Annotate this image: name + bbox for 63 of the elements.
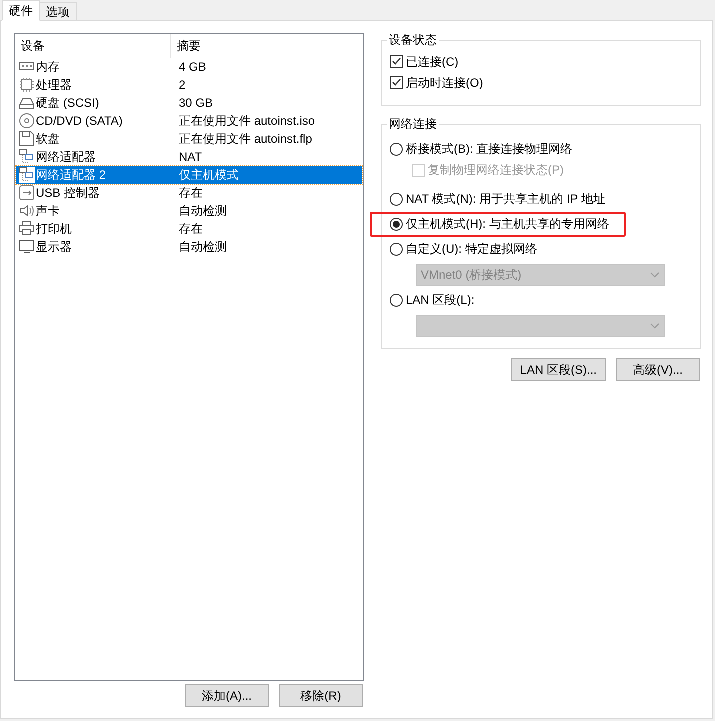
- caret-icon: [650, 272, 660, 278]
- device-name: 硬盘 (SCSI): [36, 95, 100, 112]
- device-summary: 正在使用文件 autoinst.iso: [178, 113, 316, 130]
- device-row[interactable]: 网络适配器 2 仅主机模式: [16, 166, 362, 184]
- device-name: 内存: [36, 59, 60, 76]
- device-row[interactable]: 处理器 2: [16, 76, 362, 94]
- device-summary: 仅主机模式: [178, 167, 239, 184]
- floppy-icon: [19, 131, 35, 147]
- disc-icon: [19, 113, 35, 129]
- monitor-icon: [19, 239, 35, 255]
- device-name: 显示器: [36, 239, 72, 256]
- device-summary: 4 GB: [178, 59, 206, 76]
- radio-label: 自定义(U): 特定虚拟网络: [406, 241, 538, 258]
- device-name: 处理器: [36, 77, 72, 94]
- radio-label: LAN 区段(L):: [406, 292, 475, 309]
- button[interactable]: LAN 区段(S)...: [511, 358, 606, 381]
- column-header[interactable]: 摘要: [171, 34, 363, 58]
- device-summary: 自动检测: [178, 239, 227, 256]
- network-icon: [19, 167, 35, 183]
- tab[interactable]: 选项: [39, 2, 77, 21]
- usb-icon: [19, 185, 35, 201]
- device-name: CD/DVD (SATA): [36, 113, 123, 130]
- dropdown-value: VMnet0 (桥接模式): [421, 267, 522, 284]
- device-row[interactable]: 声卡 自动检测: [16, 202, 362, 220]
- device-summary: NAT: [178, 149, 202, 166]
- device-summary: 存在: [178, 185, 203, 202]
- caret-icon: [650, 323, 660, 329]
- device-name: 打印机: [36, 221, 72, 238]
- device-row[interactable]: 硬盘 (SCSI) 30 GB: [16, 94, 362, 112]
- device-name: USB 控制器: [36, 185, 100, 202]
- device-summary: 存在: [178, 221, 203, 238]
- device-row[interactable]: 内存 4 GB: [16, 58, 362, 76]
- radio-label: 仅主机模式(H): 与主机共享的专用网络: [406, 216, 610, 233]
- tab[interactable]: 硬件: [2, 0, 40, 21]
- device-name: 软盘: [36, 131, 60, 148]
- device-name: 网络适配器: [36, 149, 96, 166]
- device-name: 网络适配器 2: [36, 167, 106, 184]
- speaker-icon: [19, 203, 35, 219]
- checkbox[interactable]: [390, 55, 403, 68]
- device-row[interactable]: 打印机 存在: [16, 220, 362, 238]
- device-name: 声卡: [36, 203, 60, 220]
- column-header[interactable]: 设备: [15, 34, 171, 58]
- device-row[interactable]: USB 控制器 存在: [16, 184, 362, 202]
- button[interactable]: 添加(A)...: [185, 684, 269, 707]
- button[interactable]: 移除(R): [279, 684, 363, 707]
- radio-label: NAT 模式(N): 用于共享主机的 IP 地址: [406, 191, 606, 208]
- device-row[interactable]: 显示器 自动检测: [16, 238, 362, 256]
- checkbox-label: 启动时连接(O): [406, 74, 484, 92]
- device-summary: 30 GB: [178, 95, 214, 112]
- device-summary: 自动检测: [178, 203, 227, 220]
- device-row[interactable]: 网络适配器 NAT: [16, 148, 362, 166]
- button[interactable]: 高级(V)...: [616, 358, 700, 381]
- device-row[interactable]: CD/DVD (SATA) 正在使用文件 autoinst.iso: [16, 112, 362, 130]
- checkbox-label: 复制物理网络连接状态(P): [428, 162, 564, 179]
- checkbox[interactable]: [390, 76, 403, 89]
- group-title: 设备状态: [387, 33, 439, 47]
- group-title: 网络连接: [387, 117, 439, 131]
- radio-label: 桥接模式(B): 直接连接物理网络: [406, 141, 573, 158]
- device-row[interactable]: 软盘 正在使用文件 autoinst.flp: [16, 130, 362, 148]
- checkbox-label: 已连接(C): [406, 54, 459, 70]
- chip-icon: [19, 77, 35, 93]
- device-summary: 2: [178, 77, 186, 94]
- device-summary: 正在使用文件 autoinst.flp: [178, 131, 312, 148]
